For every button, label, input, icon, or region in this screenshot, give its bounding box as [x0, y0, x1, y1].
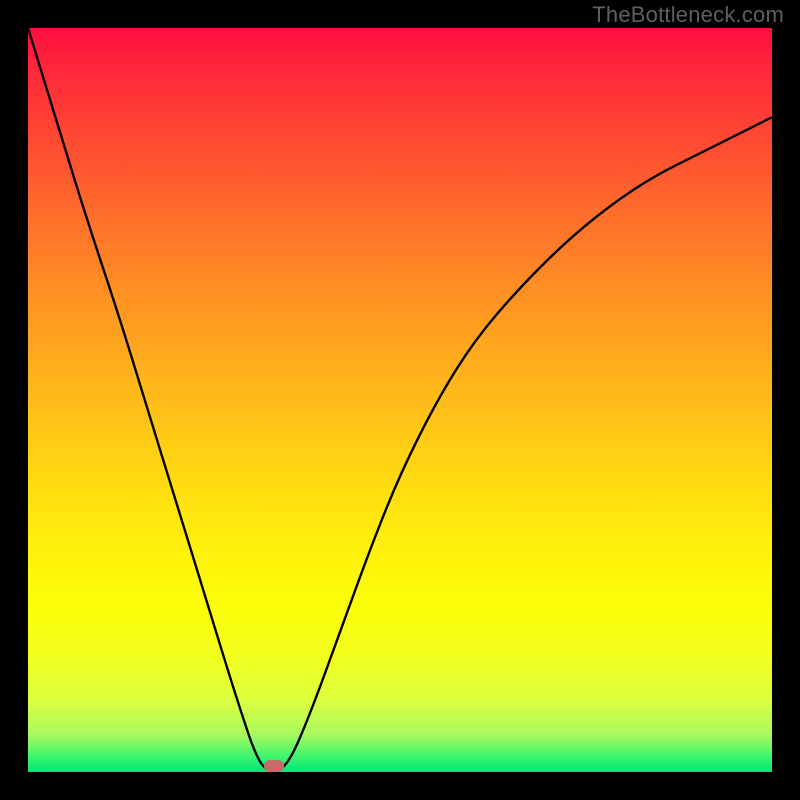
minimum-marker: [264, 760, 284, 772]
plot-area: [28, 28, 772, 772]
watermark-text: TheBottleneck.com: [592, 2, 784, 28]
bottleneck-curve: [28, 28, 772, 772]
chart-frame: TheBottleneck.com: [0, 0, 800, 800]
